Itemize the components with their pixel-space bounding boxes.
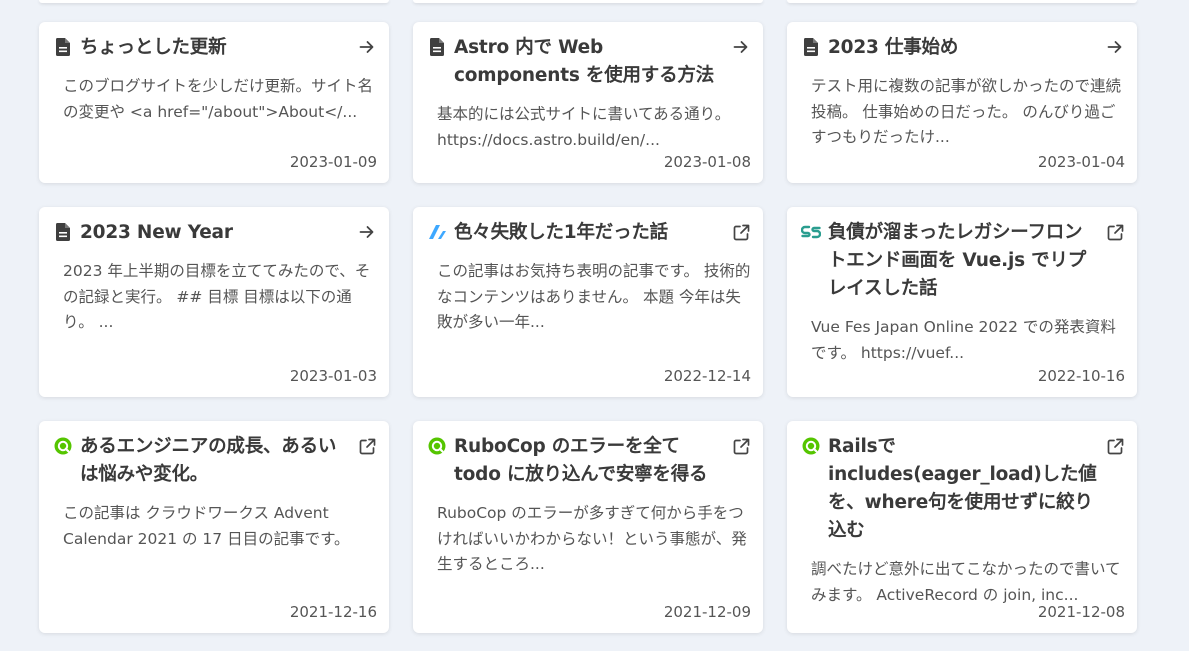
card-header: Railsでincludes(eager_load)した値を、where句を使用… — [801, 433, 1125, 545]
card-date: 2023-01-09 — [289, 153, 377, 171]
card-header: 負債が溜まったレガシーフロントエンド画面を Vue.js でリプレイスした話 — [801, 219, 1125, 303]
article-card[interactable]: 色々失敗した1年だった話 この記事はお気持ち表明の記事です。 技術的なコンテンツ… — [413, 207, 763, 397]
card-title[interactable]: Astro 内で Web components を使用する方法 — [454, 34, 723, 90]
card-date: 2023-01-03 — [289, 367, 377, 385]
previous-card-edge — [413, 0, 763, 3]
qiita-logo-icon — [53, 436, 73, 456]
speakerdeck-logo-icon — [801, 222, 821, 242]
card-date: 2022-10-16 — [1037, 367, 1125, 385]
article-card[interactable]: 負債が溜まったレガシーフロントエンド画面を Vue.js でリプレイスした話 V… — [787, 207, 1137, 397]
card-header: あるエンジニアの成長、あるいは悩みや変化。 — [53, 433, 377, 489]
article-card[interactable]: あるエンジニアの成長、あるいは悩みや変化。 この記事は クラウドワークス Adv… — [39, 421, 389, 633]
article-grid: ちょっとした更新 このブログサイトを少しだけ更新。サイト名の変更や <a hre… — [39, 22, 1137, 633]
card-excerpt: RuboCop のエラーが多すぎて何から手をつければいいかわからない！という事態… — [437, 504, 747, 573]
document-icon — [53, 37, 73, 57]
card-header: 色々失敗した1年だった話 — [427, 219, 751, 247]
card-title[interactable]: 2023 New Year — [80, 219, 349, 247]
article-card[interactable]: RuboCop のエラーを全て todo に放り込んで安寧を得る RuboCop… — [413, 421, 763, 633]
external-link-icon[interactable] — [1105, 436, 1125, 456]
card-header: 2023 New Year — [53, 219, 377, 247]
card-excerpt: この記事は クラウドワークス Advent Calendar 2021 の 17… — [63, 504, 350, 548]
external-link-icon[interactable] — [731, 436, 751, 456]
qiita-logo-icon — [427, 436, 447, 456]
document-icon — [53, 222, 73, 242]
article-card[interactable]: Astro 内で Web components を使用する方法 基本的には公式サ… — [413, 22, 763, 183]
document-icon — [427, 37, 447, 57]
card-excerpt: テスト用に複数の記事が欲しかったので連続投稿。 仕事始めの日だった。 のんびり過… — [811, 77, 1122, 146]
card-date: 2021-12-09 — [663, 603, 751, 621]
article-card[interactable]: 2023 New Year 2023 年上半期の目標を立ててみたので、その記録と… — [39, 207, 389, 397]
card-excerpt: このブログサイトを少しだけ更新。サイト名の変更や <a href="/about… — [63, 77, 374, 121]
card-date: 2021-12-16 — [289, 603, 377, 621]
card-date: 2022-12-14 — [663, 367, 751, 385]
arrow-right-icon[interactable] — [731, 37, 751, 57]
card-excerpt: Vue Fes Japan Online 2022 での発表資料です。 http… — [811, 318, 1116, 362]
external-link-icon[interactable] — [357, 436, 377, 456]
arrow-right-icon[interactable] — [1105, 37, 1125, 57]
card-title[interactable]: あるエンジニアの成長、あるいは悩みや変化。 — [80, 433, 349, 489]
card-title[interactable]: Railsでincludes(eager_load)した値を、where句を使用… — [828, 433, 1097, 545]
external-link-icon[interactable] — [731, 222, 751, 242]
article-card[interactable]: Railsでincludes(eager_load)した値を、where句を使用… — [787, 421, 1137, 633]
qiita-logo-icon — [801, 436, 821, 456]
card-header: Astro 内で Web components を使用する方法 — [427, 34, 751, 90]
card-title[interactable]: RuboCop のエラーを全て todo に放り込んで安寧を得る — [454, 433, 723, 489]
arrow-right-icon[interactable] — [357, 37, 377, 57]
card-excerpt: 基本的には公式サイトに書いてある通り。 https://docs.astro.b… — [437, 105, 731, 149]
card-title[interactable]: 色々失敗した1年だった話 — [454, 219, 723, 247]
document-icon — [801, 37, 821, 57]
previous-card-edge — [787, 0, 1137, 3]
card-excerpt: この記事はお気持ち表明の記事です。 技術的なコンテンツはありません。 本題 今年… — [437, 262, 751, 331]
card-header: ちょっとした更新 — [53, 34, 377, 62]
card-title[interactable]: ちょっとした更新 — [80, 34, 349, 62]
card-excerpt: 調べたけど意外に出てこなかったので書いてみます。 ActiveRecord の … — [811, 560, 1121, 604]
arrow-right-icon[interactable] — [357, 222, 377, 242]
article-card[interactable]: 2023 仕事始め テスト用に複数の記事が欲しかったので連続投稿。 仕事始めの日… — [787, 22, 1137, 183]
external-link-icon[interactable] — [1105, 222, 1125, 242]
card-excerpt: 2023 年上半期の目標を立ててみたので、その記録と実行。 ## 目標 目標は以… — [63, 262, 371, 331]
card-header: 2023 仕事始め — [801, 34, 1125, 62]
card-date: 2023-01-04 — [1037, 153, 1125, 171]
card-date: 2023-01-08 — [663, 153, 751, 171]
article-card[interactable]: ちょっとした更新 このブログサイトを少しだけ更新。サイト名の変更や <a hre… — [39, 22, 389, 183]
card-title[interactable]: 負債が溜まったレガシーフロントエンド画面を Vue.js でリプレイスした話 — [828, 219, 1097, 303]
card-date: 2021-12-08 — [1037, 603, 1125, 621]
card-header: RuboCop のエラーを全て todo に放り込んで安寧を得る — [427, 433, 751, 489]
card-title[interactable]: 2023 仕事始め — [828, 34, 1097, 62]
previous-card-edge — [39, 0, 389, 3]
zenn-logo-icon — [427, 222, 447, 242]
